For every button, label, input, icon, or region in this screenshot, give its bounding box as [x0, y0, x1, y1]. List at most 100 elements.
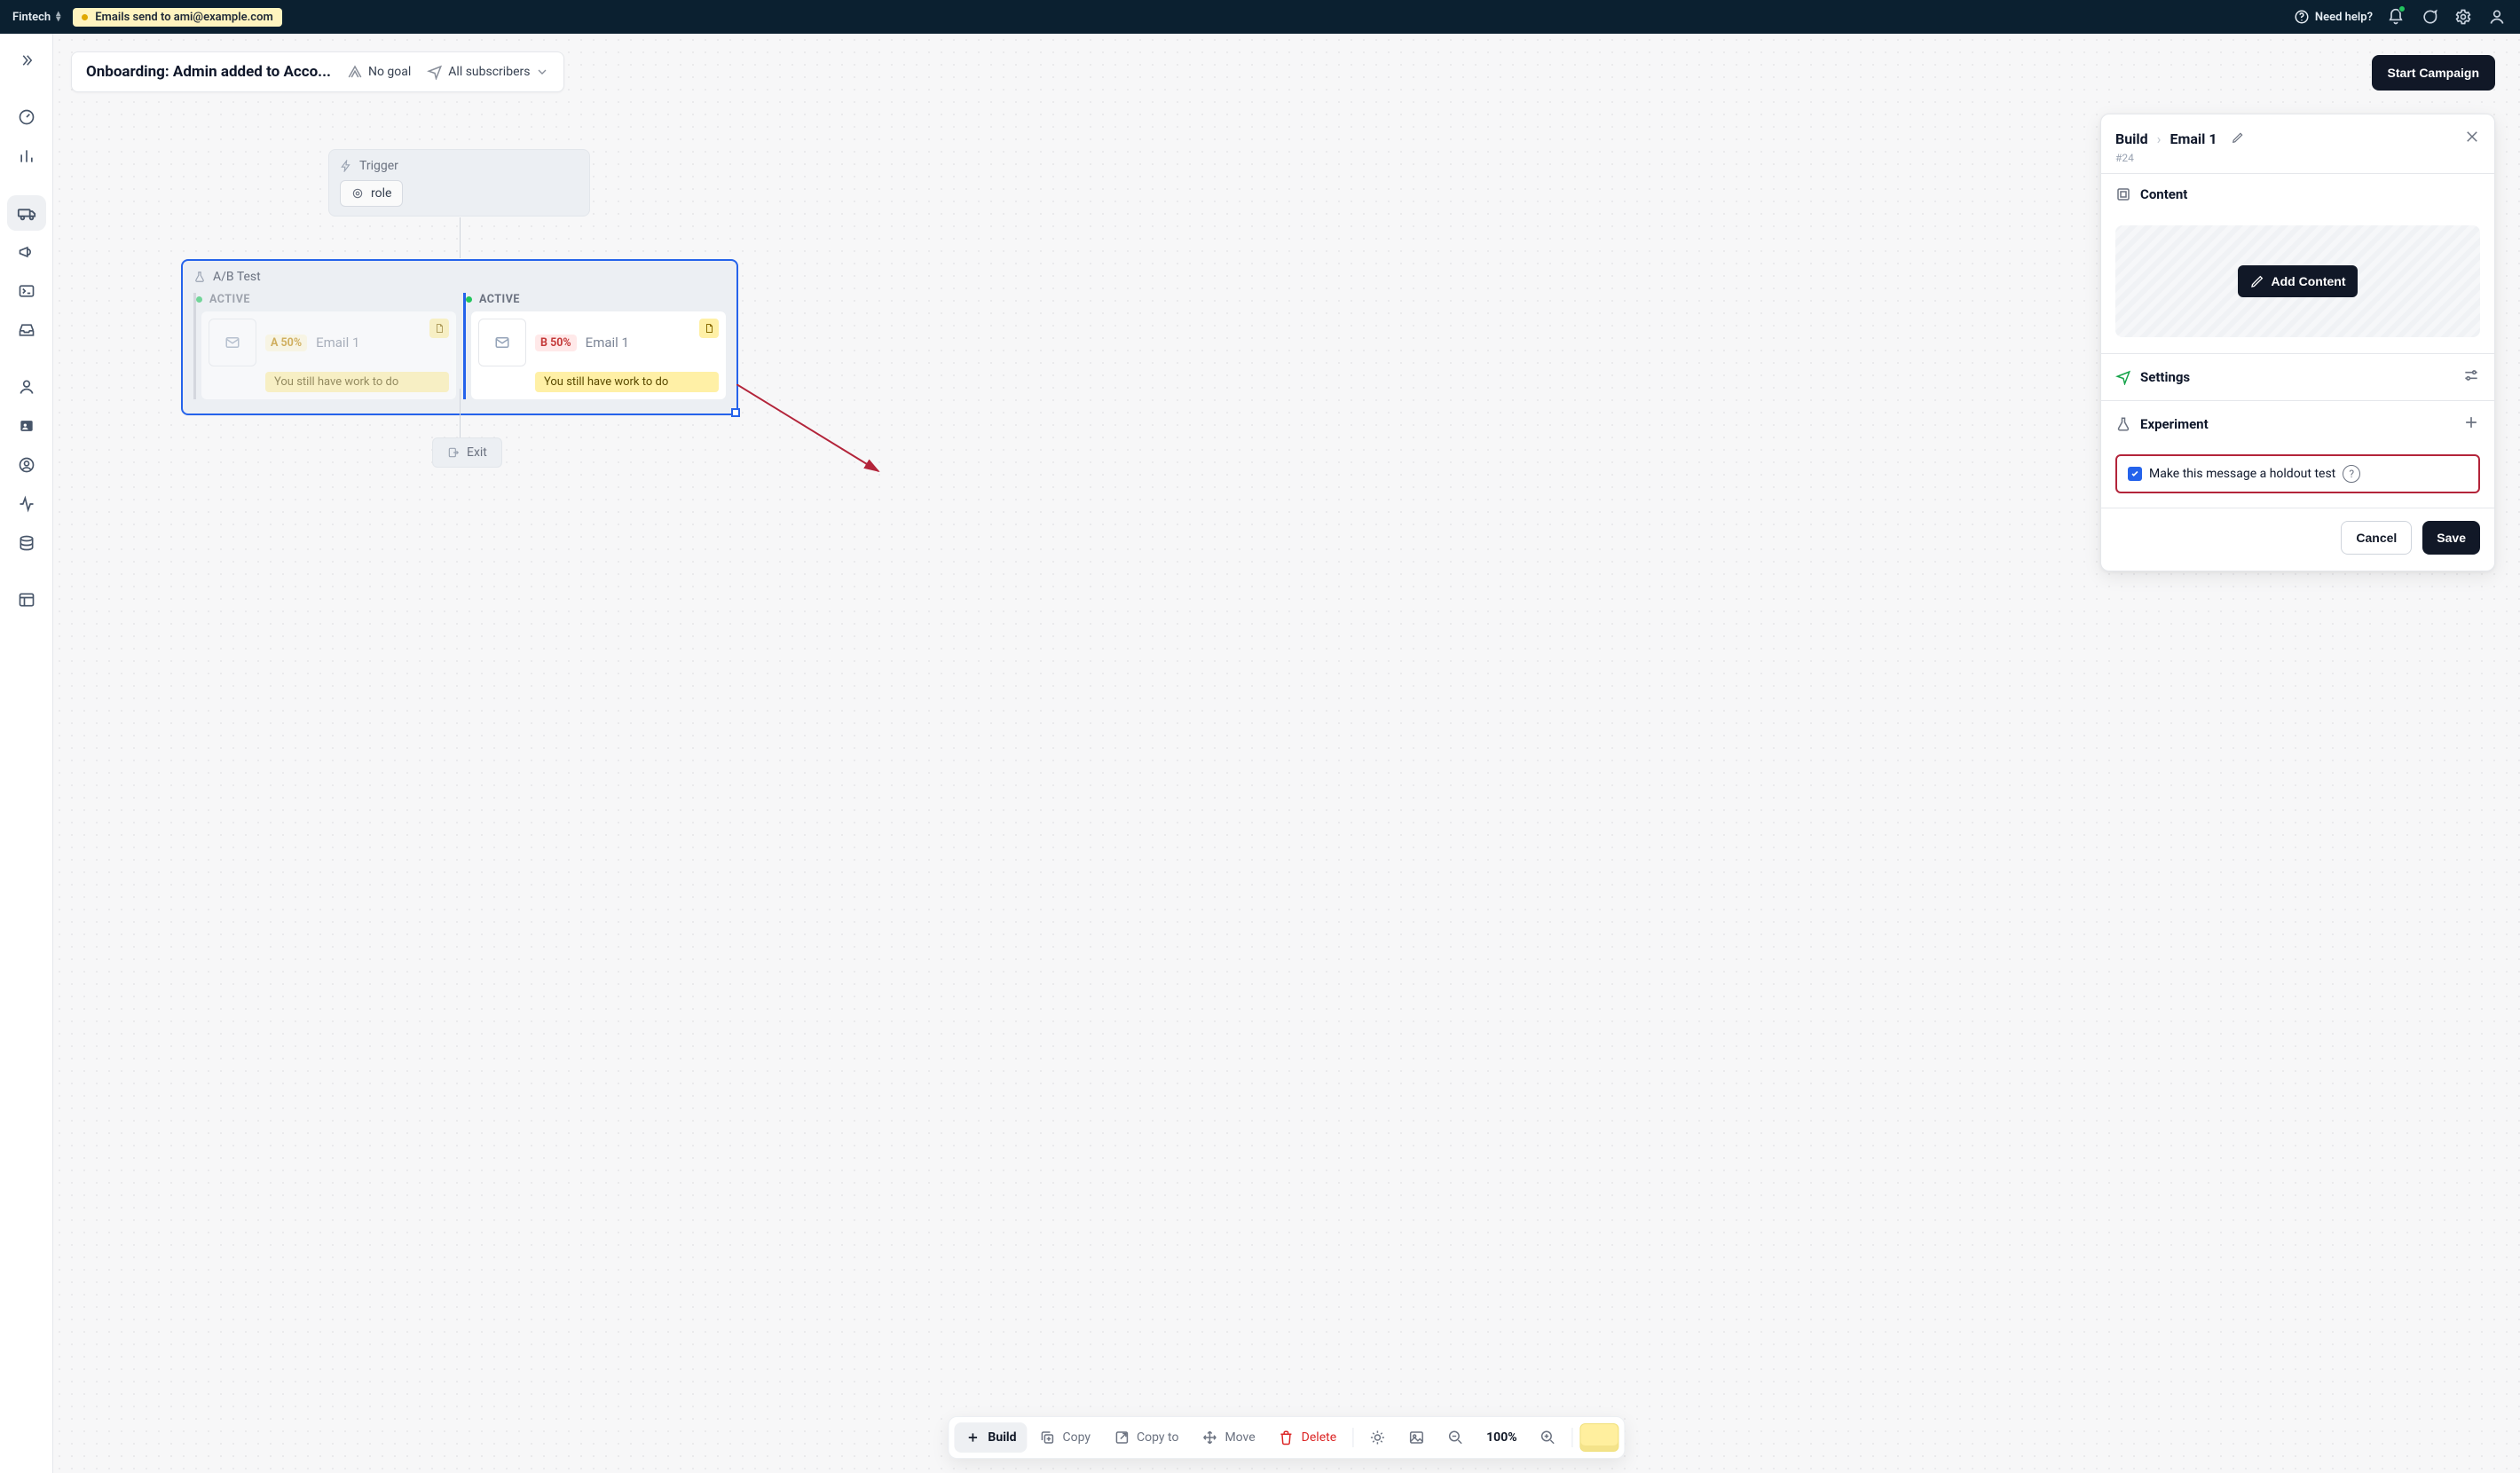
item-id: #24: [2101, 152, 2494, 173]
toolbar-sticky-note[interactable]: [1580, 1423, 1619, 1452]
activity-icon: [18, 495, 35, 513]
chat-button[interactable]: [2419, 6, 2440, 28]
zoom-level-label: 100%: [1486, 1430, 1516, 1445]
sidebar-transactional[interactable]: [7, 273, 46, 309]
holdout-help[interactable]: ?: [2343, 465, 2360, 483]
pencil-icon: [2232, 131, 2244, 144]
sidebar-expand[interactable]: [7, 43, 46, 78]
toolbar-build[interactable]: Build: [954, 1422, 1027, 1453]
toolbar-divider: [1572, 1428, 1573, 1447]
toolbar-copy-to-label: Copy to: [1137, 1430, 1178, 1445]
goal-label: No goal: [368, 65, 411, 79]
experiment-section[interactable]: Experiment: [2101, 401, 2494, 447]
trash-icon: [1279, 1430, 1295, 1445]
inbox-icon: [18, 321, 35, 339]
connector-line: [460, 217, 461, 258]
audience-label: All subscribers: [448, 65, 530, 79]
holdout-checkbox[interactable]: [2128, 467, 2142, 481]
sidebar-contacts[interactable]: [7, 408, 46, 444]
workspace-switcher[interactable]: Fintech ▴▾: [12, 11, 60, 24]
canvas[interactable]: Onboarding: Admin added to Acco... No go…: [53, 34, 2520, 1473]
canvas-toolbar: Build Copy Copy to Move Delete: [948, 1416, 1625, 1459]
trigger-label: Trigger: [359, 159, 398, 173]
sidebar-people[interactable]: [7, 369, 46, 405]
sidebar-broadcasts[interactable]: [7, 234, 46, 270]
sidebar-data[interactable]: [7, 525, 46, 561]
help-button[interactable]: Need help?: [2294, 9, 2373, 25]
toolbar-zoom-in[interactable]: [1530, 1422, 1567, 1453]
sidebar-campaigns[interactable]: [7, 195, 46, 231]
breadcrumb-root[interactable]: Build: [2115, 130, 2148, 147]
plus-icon: [965, 1430, 980, 1445]
audience-chip[interactable]: All subscribers: [427, 64, 549, 80]
goal-chip[interactable]: No goal: [347, 64, 411, 80]
external-link-icon: [1114, 1430, 1130, 1445]
inspector-panel: Build › Email 1 #24 Content: [2100, 114, 2495, 571]
sidebar-segments[interactable]: [7, 447, 46, 483]
copy-plus-icon: [1040, 1430, 1056, 1445]
user-icon: [2488, 8, 2506, 26]
sidebar-analytics[interactable]: [7, 138, 46, 174]
sidebar-activity[interactable]: [7, 486, 46, 522]
close-panel-button[interactable]: [2464, 129, 2480, 148]
content-dropzone[interactable]: Add Content: [2115, 225, 2480, 337]
topbar: Fintech ▴▾ Emails send to ami@example.co…: [0, 0, 2520, 34]
goal-icon: [347, 64, 363, 80]
chat-icon: [2421, 8, 2438, 26]
trigger-condition[interactable]: role: [340, 180, 403, 207]
holdout-option[interactable]: Make this message a holdout test ?: [2115, 454, 2480, 493]
email-card-a[interactable]: A 50% Email 1 You still have work to do: [201, 311, 456, 399]
plus-icon: [2462, 414, 2480, 431]
variant-b-column[interactable]: ACTIVE B 50% Email 1 You still have work…: [463, 293, 726, 399]
variant-a-column[interactable]: ACTIVE A 50% Email 1 You still have work…: [193, 293, 456, 399]
campaign-title[interactable]: Onboarding: Admin added to Acco...: [86, 63, 331, 81]
add-content-label: Add Content: [2272, 274, 2346, 288]
breadcrumb-leaf: Email 1: [2170, 130, 2217, 147]
id-card-icon: [18, 417, 35, 435]
help-label: Need help?: [2315, 11, 2373, 24]
toolbar-inspire[interactable]: [1358, 1422, 1396, 1453]
email-thumb-icon: [478, 319, 526, 366]
test-email-chip[interactable]: Emails send to ami@example.com: [73, 8, 282, 27]
add-content-button[interactable]: Add Content: [2238, 265, 2359, 297]
rename-button[interactable]: [2232, 130, 2244, 147]
target-icon: [351, 187, 364, 200]
trigger-node[interactable]: Trigger role: [328, 149, 590, 217]
zoom-out-icon: [1447, 1430, 1463, 1445]
content-section-label: Content: [2140, 186, 2187, 202]
exit-node[interactable]: Exit: [432, 437, 502, 468]
status-dot-icon: [82, 14, 88, 20]
work-todo-chip: You still have work to do: [535, 372, 719, 392]
gauge-icon: [18, 108, 35, 126]
settings-sliders-icon[interactable]: [2462, 366, 2480, 388]
layout-icon: [18, 591, 35, 609]
chevrons-right-icon: [19, 52, 35, 68]
cancel-button[interactable]: Cancel: [2341, 521, 2412, 555]
notifications-button[interactable]: [2385, 6, 2406, 28]
sidebar-deliveries[interactable]: [7, 312, 46, 348]
resize-handle[interactable]: [731, 408, 740, 417]
toolbar-image[interactable]: [1398, 1422, 1435, 1453]
settings-section[interactable]: Settings: [2101, 354, 2494, 400]
save-button[interactable]: Save: [2422, 521, 2480, 555]
sidebar-dashboard[interactable]: [7, 99, 46, 135]
account-button[interactable]: [2486, 6, 2508, 28]
start-campaign-button[interactable]: Start Campaign: [2372, 55, 2495, 91]
active-dot-icon: [466, 296, 472, 303]
sidebar-content[interactable]: [7, 582, 46, 618]
toolbar-copy[interactable]: Copy: [1029, 1422, 1102, 1453]
email-b-title: Email 1: [586, 335, 629, 351]
toolbar-move[interactable]: Move: [1191, 1422, 1265, 1453]
active-label: ACTIVE: [209, 293, 250, 306]
email-card-b[interactable]: B 50% Email 1 You still have work to do: [471, 311, 726, 399]
add-variant-button[interactable]: [2462, 414, 2480, 435]
chevron-down-icon: [535, 65, 549, 79]
bars-icon: [18, 147, 35, 165]
toolbar-copy-to[interactable]: Copy to: [1103, 1422, 1189, 1453]
user-circle-icon: [18, 456, 35, 474]
toolbar-delete[interactable]: Delete: [1268, 1422, 1347, 1453]
toolbar-zoom-out[interactable]: [1437, 1422, 1474, 1453]
zoom-in-icon: [1540, 1430, 1556, 1445]
settings-button[interactable]: [2453, 6, 2474, 28]
toolbar-zoom-level[interactable]: 100%: [1476, 1423, 1527, 1452]
